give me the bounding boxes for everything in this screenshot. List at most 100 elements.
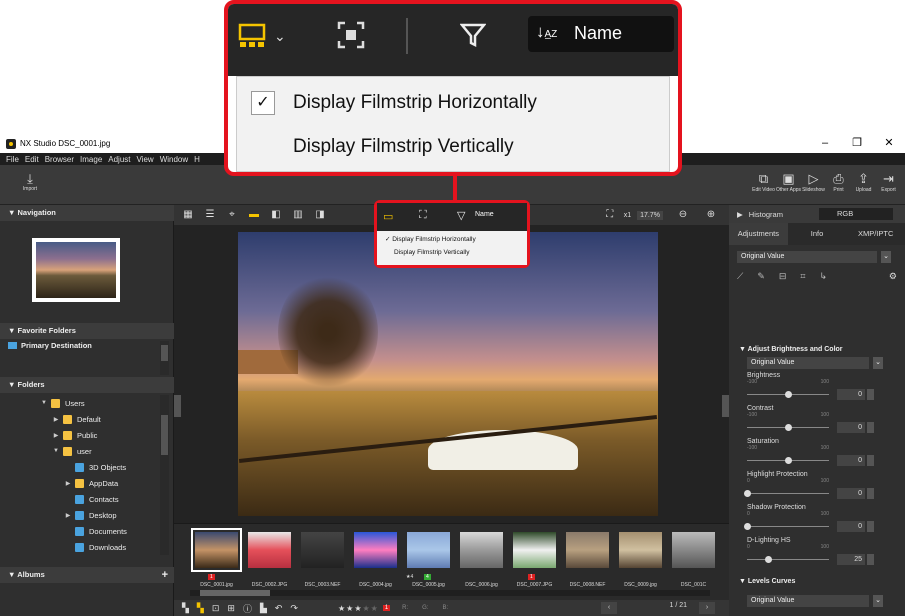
folders-scroll-thumb[interactable] <box>161 415 168 455</box>
sort-select[interactable]: ↓A̲Z Name <box>528 16 674 52</box>
edit-video-button[interactable]: ⧉ Edit Video <box>751 170 776 193</box>
slider-knob[interactable] <box>785 457 792 464</box>
rgb-select[interactable]: RGB <box>819 208 893 220</box>
rating-stars[interactable]: ★★★★★ <box>338 604 379 613</box>
folders-scrollbar[interactable] <box>160 395 169 555</box>
slider-spinner[interactable] <box>867 422 874 433</box>
slider-knob[interactable] <box>744 490 751 497</box>
gear-icon[interactable]: ⚙ <box>889 271 897 282</box>
slider-spinner[interactable] <box>867 554 874 565</box>
add-album-button[interactable]: + <box>162 567 168 583</box>
small-sort-label[interactable]: Name <box>475 211 494 218</box>
folder-contacts[interactable]: Contacts <box>0 491 160 507</box>
menu-window[interactable]: Window <box>160 155 188 164</box>
slider-value-input[interactable]: 0 <box>837 455 865 466</box>
slider-value-input[interactable]: 0 <box>837 521 865 532</box>
filmstrip-thumbnail[interactable]: DSC_0006.jpg <box>455 528 508 588</box>
expand-arrow-icon[interactable]: ▼ <box>52 448 60 454</box>
histogram-header[interactable]: ▶ Histogram RGB <box>729 205 905 223</box>
small-filmstrip-icon[interactable]: ▭ <box>383 210 393 223</box>
magic-wand-icon[interactable]: ⟋ <box>737 271 743 282</box>
folder-public[interactable]: ▶ Public <box>0 427 160 443</box>
tab-xmp-iptc[interactable]: XMP/IPTC <box>846 223 905 245</box>
chevron-down-icon[interactable]: ⌄ <box>274 28 286 45</box>
redeye-icon[interactable]: ↳ <box>819 271 827 282</box>
next-page-button[interactable]: › <box>699 602 715 614</box>
menu-item-vertical[interactable]: Display Filmstrip Vertically <box>237 125 671 169</box>
filmstrip-thumbnail[interactable]: DSC_0008.NEF <box>561 528 614 588</box>
fit-icon[interactable]: ⛶ <box>602 207 618 223</box>
filmstrip-thumbnail[interactable]: DSC_0002.JPG <box>243 528 296 588</box>
slider-value-input[interactable]: 0 <box>837 422 865 433</box>
filmstrip-thumbnail[interactable]: DSC_0001.jpg 1 <box>190 528 243 588</box>
original-value-select[interactable]: Original Value <box>737 251 891 263</box>
small-filter-icon[interactable]: ▽ <box>457 209 465 222</box>
slider-spinner[interactable] <box>867 455 874 466</box>
favorites-scroll-thumb[interactable] <box>161 345 168 361</box>
other-apps-button[interactable]: ▣ Other Apps <box>776 170 801 193</box>
folder-downloads[interactable]: Downloads <box>0 539 160 555</box>
rotate-left-icon[interactable]: ↶ <box>275 603 283 614</box>
map-pin-icon[interactable]: ⌖ <box>224 207 240 223</box>
folders-header[interactable]: ▼ Folders <box>0 377 174 393</box>
import-button[interactable]: ⤓ Import <box>12 171 48 192</box>
close-button[interactable]: ✕ <box>873 134 905 153</box>
slider-spinner[interactable] <box>867 389 874 400</box>
minimize-button[interactable]: – <box>809 134 841 153</box>
straighten-icon[interactable]: ⊟ <box>779 271 787 282</box>
folder-user[interactable]: ▼ user <box>0 443 160 459</box>
full-screen-icon[interactable] <box>336 20 366 50</box>
albums-header[interactable]: ▼ Albums + <box>0 567 174 583</box>
upload-button[interactable]: ⇪ Upload <box>851 170 876 193</box>
slider-value-input[interactable]: 0 <box>837 389 865 400</box>
menu-image[interactable]: Image <box>80 155 102 164</box>
folder-documents[interactable]: Documents <box>0 523 160 539</box>
folder-desktop[interactable]: ▶ Desktop <box>0 507 160 523</box>
navigation-thumbnail[interactable] <box>32 238 120 302</box>
zoom-factor[interactable]: x1 <box>624 212 631 219</box>
expand-arrow-icon[interactable]: ▶ <box>52 432 60 439</box>
menu-file[interactable]: File <box>6 155 19 164</box>
small-fullscreen-icon[interactable]: ⛶ <box>419 209 427 222</box>
slider-track[interactable] <box>747 493 829 494</box>
primary-destination-item[interactable]: Primary Destination <box>8 341 92 350</box>
expand-arrow-icon[interactable]: ▼ <box>40 400 48 406</box>
menu-edit[interactable]: Edit <box>25 155 39 164</box>
filmstrip-thumbnail[interactable]: DSC_0009.jpg <box>614 528 667 588</box>
expand-arrow-icon[interactable]: ▶ <box>64 512 72 519</box>
favorites-scrollbar[interactable] <box>160 341 169 375</box>
compare-icon[interactable]: ◧ <box>268 207 284 223</box>
tab-info[interactable]: Info <box>788 223 847 245</box>
tab-adjustments[interactable]: Adjustments <box>729 223 788 245</box>
slider-knob[interactable] <box>785 424 792 431</box>
folder-3d-objects[interactable]: 3D Objects <box>0 459 160 475</box>
folder-users[interactable]: ▼ Users <box>0 395 160 411</box>
slider-track[interactable] <box>747 526 829 527</box>
left-panel-collapse-handle[interactable] <box>174 395 181 417</box>
filmstrip-thumbnail[interactable]: DSC_0004.jpg <box>349 528 402 588</box>
navigation-header[interactable]: ▼ Navigation <box>0 205 174 221</box>
filmstrip-thumbnail[interactable]: DSC_0003.NEF <box>296 528 349 588</box>
filmstrip-view-icon[interactable]: ▬ <box>246 207 262 223</box>
slider-spinner[interactable] <box>867 488 874 499</box>
filmstrip-layout-icon[interactable] <box>238 22 266 50</box>
favorite-folders-header[interactable]: ▼ Favorite Folders <box>0 323 174 339</box>
folder-default[interactable]: ▶ Default <box>0 411 160 427</box>
slider-knob[interactable] <box>764 556 772 563</box>
compare-3-icon[interactable]: ◨ <box>312 207 328 223</box>
filmstrip-scrollbar[interactable] <box>190 590 710 596</box>
label-icon[interactable]: ▚ <box>197 603 204 614</box>
filter-icon[interactable] <box>459 22 487 48</box>
filmstrip-thumbnail[interactable]: DSC_0007.JPG 1 <box>508 528 561 588</box>
filmstrip-scroll-thumb[interactable] <box>200 590 270 596</box>
prev-page-button[interactable]: ‹ <box>601 602 617 614</box>
info-icon[interactable]: ⓘ <box>243 602 252 615</box>
menu-browser[interactable]: Browser <box>45 155 74 164</box>
list-view-icon[interactable]: ☰ <box>202 207 218 223</box>
small-menu-item-horizontal[interactable]: ✓ Display Filmstrip Horizontally <box>385 235 476 243</box>
menu-adjust[interactable]: Adjust <box>108 155 130 164</box>
slider-value-input[interactable]: 0 <box>837 488 865 499</box>
crop-icon[interactable]: ⌗ <box>800 271 805 282</box>
zoom-percent[interactable]: 17.7% <box>637 210 663 220</box>
slider-track[interactable] <box>747 559 829 560</box>
